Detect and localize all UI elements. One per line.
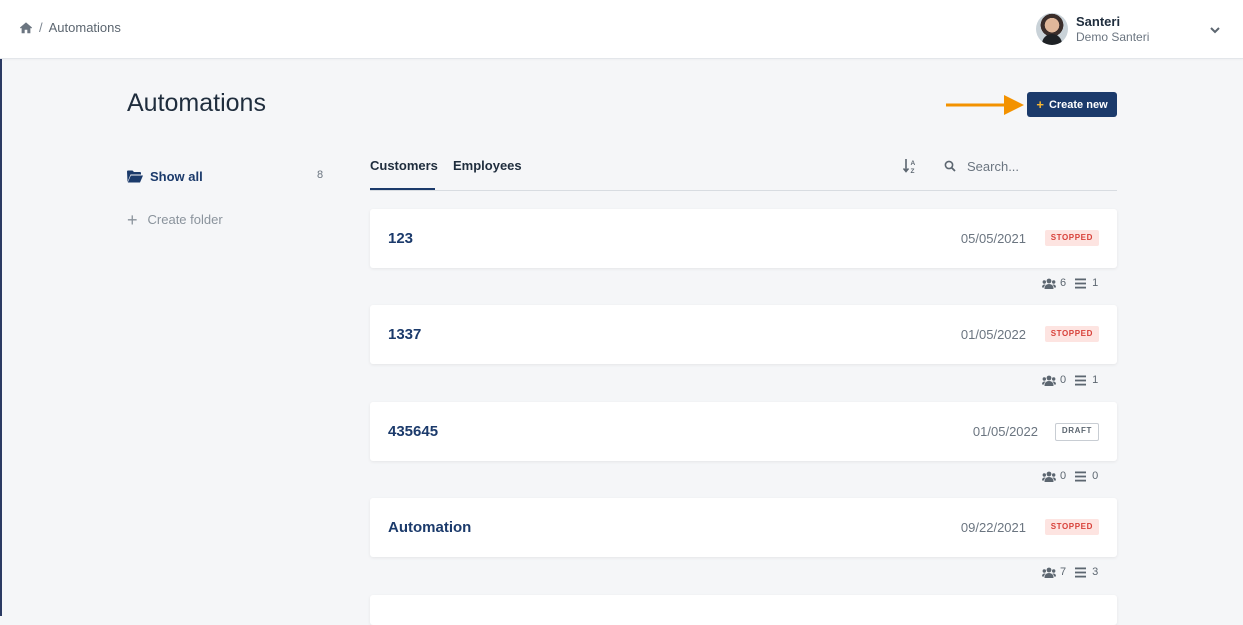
- automation-date: 01/05/2022: [972, 424, 1038, 439]
- automation-card[interactable]: 123 05/05/2021 STOPPED: [370, 209, 1117, 268]
- users-icon: [1042, 375, 1056, 386]
- user-name: Santeri: [1076, 14, 1121, 29]
- contacts-count: 0: [1060, 470, 1067, 482]
- search-box: [944, 156, 1117, 176]
- top-bar: / Automations Santeri Demo Santeri: [0, 0, 1243, 59]
- chevron-down-icon[interactable]: [1209, 24, 1221, 36]
- page-title: Automations: [127, 89, 266, 117]
- tab-bar: Customers Employees A Z: [370, 150, 1117, 191]
- search-input[interactable]: [965, 157, 1109, 175]
- automation-name[interactable]: 1337: [388, 326, 421, 343]
- automation-date: 01/05/2022: [960, 327, 1026, 342]
- sort-alpha-icon[interactable]: A Z: [903, 158, 917, 174]
- status-badge: STOPPED: [1044, 230, 1099, 246]
- status-badge: STOPPED: [1044, 519, 1099, 535]
- sidebar-item-show-all[interactable]: Show all 8: [127, 167, 327, 185]
- steps-count: 1: [1092, 374, 1099, 386]
- automation-name[interactable]: Automation: [388, 519, 471, 536]
- plus-icon: +: [127, 209, 138, 230]
- avatar[interactable]: [1036, 13, 1068, 45]
- contacts-count: 7: [1060, 566, 1067, 578]
- automation-meta: 0 1: [1042, 374, 1098, 386]
- automation-card-partial[interactable]: [370, 595, 1117, 625]
- home-icon[interactable]: [19, 21, 33, 35]
- automation-meta: 0 0: [1042, 470, 1098, 482]
- status-badge: DRAFT: [1054, 423, 1099, 441]
- users-icon: [1042, 278, 1056, 289]
- users-icon: [1042, 471, 1056, 482]
- automation-meta: 6 1: [1042, 277, 1098, 289]
- svg-text:A: A: [911, 160, 916, 167]
- user-organization: Demo Santeri: [1076, 30, 1150, 44]
- steps-count: 0: [1092, 470, 1099, 482]
- user-menu[interactable]: Santeri Demo Santeri: [1036, 13, 1226, 47]
- search-icon: [944, 160, 956, 172]
- automation-card[interactable]: Automation 09/22/2021 STOPPED: [370, 498, 1117, 557]
- breadcrumb: / Automations: [19, 20, 121, 35]
- svg-text:Z: Z: [911, 168, 915, 174]
- list-icon: [1075, 278, 1087, 288]
- breadcrumb-separator: /: [39, 20, 43, 35]
- automation-meta: 7 3: [1042, 566, 1098, 578]
- create-folder-button[interactable]: + Create folder: [127, 209, 223, 230]
- automation-card[interactable]: 435645 01/05/2022 DRAFT: [370, 402, 1117, 461]
- automation-date: 05/05/2021: [960, 231, 1026, 246]
- window-edge: [0, 0, 2, 616]
- automation-name[interactable]: 123: [388, 230, 413, 247]
- tab-employees[interactable]: Employees: [453, 158, 523, 190]
- show-all-count: 8: [317, 169, 324, 181]
- list-icon: [1075, 471, 1087, 481]
- automation-date: 09/22/2021: [960, 520, 1026, 535]
- show-all-label: Show all: [150, 168, 203, 184]
- automation-name[interactable]: 435645: [388, 423, 438, 440]
- contacts-count: 0: [1060, 374, 1067, 386]
- automation-card[interactable]: 1337 01/05/2022 STOPPED: [370, 305, 1117, 364]
- contacts-count: 6: [1060, 277, 1067, 289]
- status-badge: STOPPED: [1044, 326, 1099, 342]
- steps-count: 1: [1092, 277, 1099, 289]
- steps-count: 3: [1092, 566, 1099, 578]
- folder-open-icon: [127, 170, 143, 182]
- arrow-annotation-icon: [946, 95, 1024, 115]
- breadcrumb-current[interactable]: Automations: [49, 20, 121, 35]
- tab-customers[interactable]: Customers: [370, 158, 438, 190]
- list-icon: [1075, 375, 1087, 385]
- users-icon: [1042, 567, 1056, 578]
- plus-icon: +: [1036, 97, 1044, 112]
- list-icon: [1075, 567, 1087, 577]
- create-new-label: Create new: [1048, 98, 1108, 111]
- create-new-button[interactable]: + Create new: [1027, 92, 1117, 117]
- create-folder-label: Create folder: [147, 212, 223, 227]
